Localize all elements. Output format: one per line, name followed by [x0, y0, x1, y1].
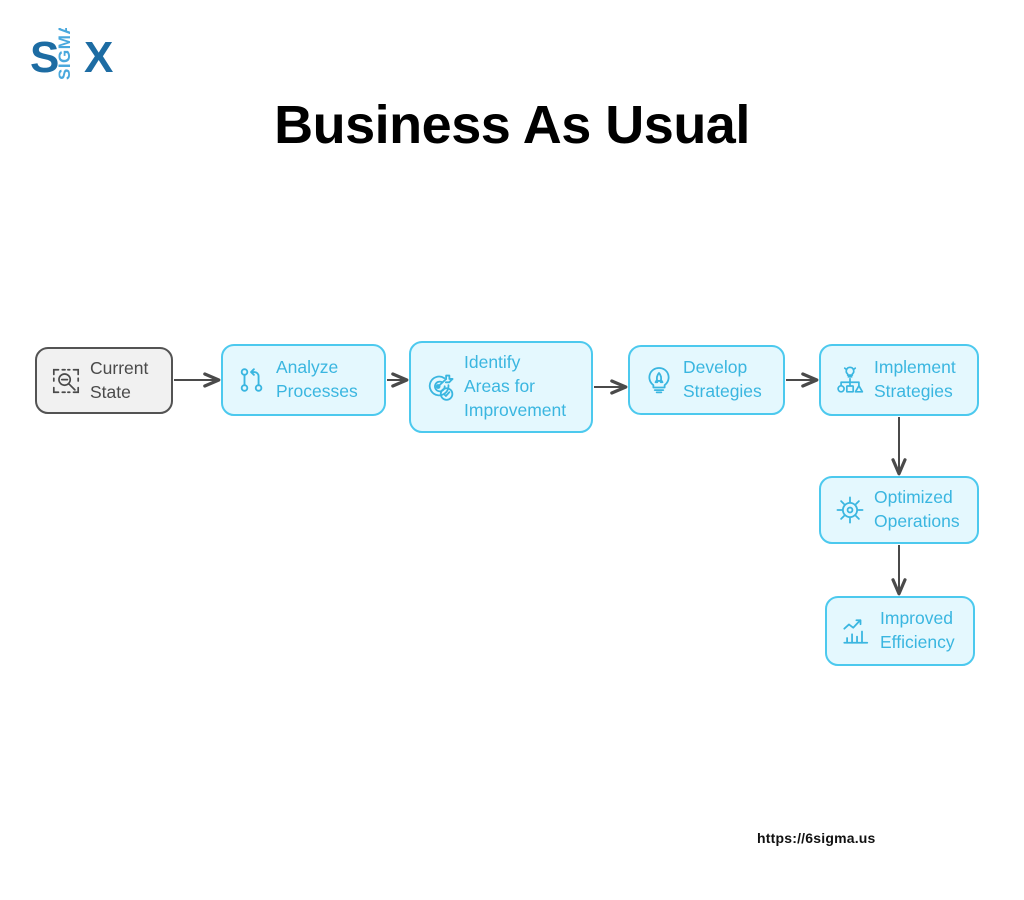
node-label: Develop Strategies: [683, 357, 762, 401]
node-current-state[interactable]: Current State: [35, 347, 173, 414]
hierarchy-idea-icon: [837, 366, 864, 393]
node-identify-areas-for-improvement[interactable]: Identify Areas for Improvement: [409, 341, 593, 433]
node-implement-strategies[interactable]: Implement Strategies: [819, 344, 979, 416]
node-optimized-operations[interactable]: Optimized Operations: [819, 476, 979, 544]
node-label: Identify Areas for Improvement: [464, 352, 567, 420]
connector-layer: [174, 372, 907, 596]
target-check-icon: [428, 374, 454, 401]
gear-icon: [836, 496, 864, 524]
lightbulb-rocket-icon: [648, 367, 670, 394]
node-label: Improved Efficiency: [880, 608, 955, 652]
node-improved-efficiency[interactable]: Improved Efficiency: [825, 596, 975, 666]
git-branch-icon: [240, 368, 263, 392]
footer-url[interactable]: https://6sigma.us: [757, 830, 876, 846]
node-label: Current State: [90, 357, 149, 402]
zoom-out-scan-icon: [52, 368, 80, 393]
node-label: Analyze Processes: [276, 357, 358, 401]
node-label: Implement Strategies: [874, 357, 956, 401]
node-develop-strategies[interactable]: Develop Strategies: [628, 345, 785, 415]
bar-chart-growth-icon: [843, 619, 869, 644]
flowchart-diagram: Current State Analyze Processes Identify…: [0, 0, 1024, 900]
node-label: Optimized Operations: [874, 487, 960, 531]
node-analyze-processes[interactable]: Analyze Processes: [221, 344, 386, 416]
